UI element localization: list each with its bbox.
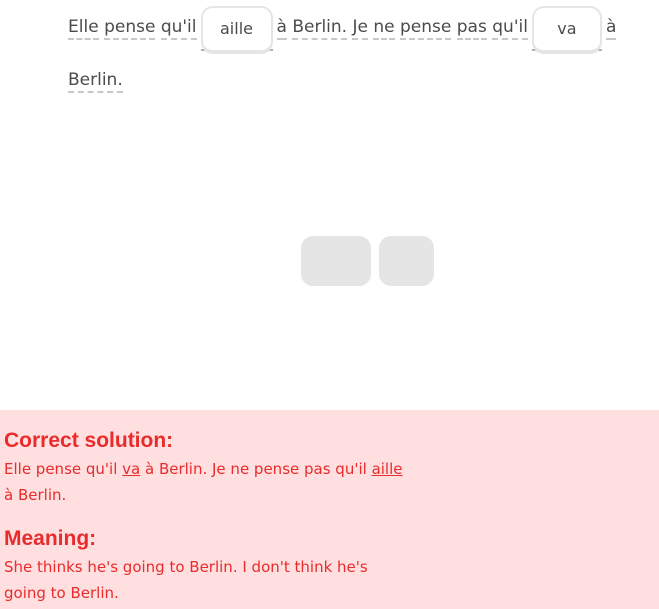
word-token[interactable]: pense: [104, 17, 156, 40]
answer-slot-1: aille: [200, 0, 273, 54]
word-token[interactable]: Berlin.: [68, 70, 123, 93]
answer-chip-aille[interactable]: aille: [200, 6, 273, 54]
solution-answer-highlight: va: [122, 460, 141, 478]
solution-text-part: à Berlin.: [4, 486, 67, 504]
word-token[interactable]: à: [605, 17, 617, 40]
feedback-panel: Correct solution: Elle pense qu'il va à …: [0, 410, 659, 609]
solution-text-part: Elle pense qu'il: [4, 460, 123, 478]
correct-solution-text: Elle pense qu'il va à Berlin. Je ne pens…: [4, 456, 404, 508]
answer-chip-va[interactable]: va: [531, 6, 602, 54]
word-token[interactable]: Berlin.: [292, 17, 348, 40]
word-token[interactable]: ne: [373, 17, 395, 40]
word-token[interactable]: à: [276, 17, 287, 40]
correct-solution-heading: Correct solution:: [4, 429, 174, 452]
word-bank-placeholder-2: [379, 236, 434, 286]
word-token[interactable]: pas: [456, 17, 487, 40]
word-token[interactable]: pense: [400, 17, 452, 40]
word-token[interactable]: Je: [352, 17, 368, 40]
meaning-heading: Meaning:: [4, 527, 97, 550]
solution-answer-highlight: aille: [371, 460, 403, 478]
meaning-text: She thinks he's going to Berlin. I don't…: [4, 558, 368, 602]
word-bank-placeholder-1: [301, 236, 371, 286]
answer-slot-2: va: [531, 0, 602, 54]
word-token[interactable]: Elle: [68, 17, 99, 40]
word-token[interactable]: qu'il: [492, 17, 528, 40]
challenge-sentence: Elle pense qu'il aille à Berlin. Je ne pen…: [68, 0, 628, 107]
solution-text-part: à Berlin. Je ne pense pas qu'il: [140, 460, 372, 478]
word-token[interactable]: qu'il: [160, 17, 197, 40]
